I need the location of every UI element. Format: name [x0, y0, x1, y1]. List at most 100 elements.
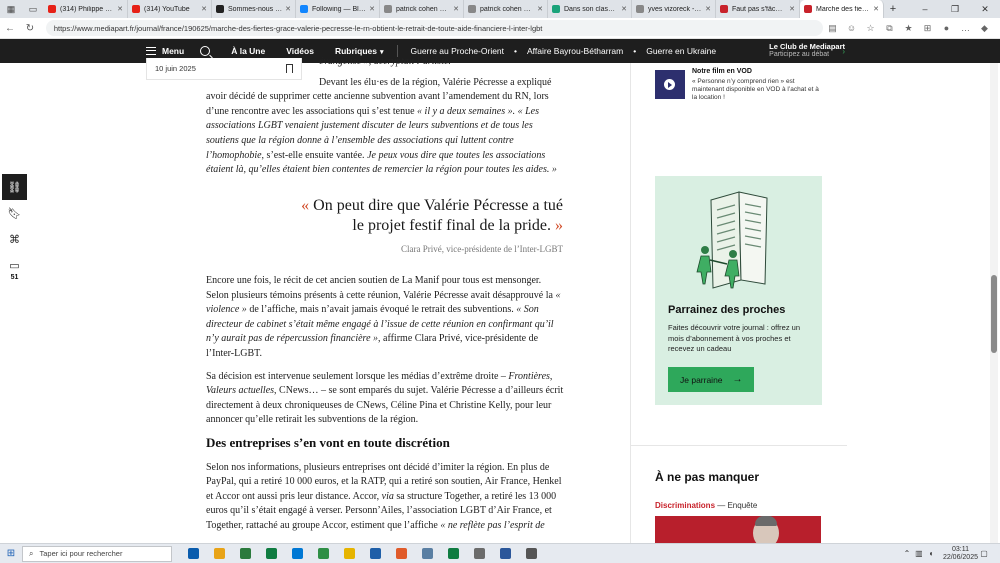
taskbar-search-input[interactable]: ⌕ Taper ici pour rechercher: [22, 545, 172, 562]
tab-close-icon[interactable]: ✕: [621, 5, 627, 13]
portrait-hair: [755, 516, 777, 526]
vod-promo[interactable]: Notre film en VOD « Personne n’y compren…: [655, 68, 825, 102]
back-icon[interactable]: ←: [0, 23, 20, 34]
bookmark-icon[interactable]: 🔖︎: [2, 200, 27, 226]
tab-close-icon[interactable]: ✕: [453, 5, 459, 13]
system-clock[interactable]: 03:11 22/06/2025: [943, 546, 978, 562]
more-options-icon[interactable]: …: [956, 23, 975, 34]
split-screen-icon[interactable]: ⧉: [880, 23, 899, 34]
comment-count: 51: [10, 274, 19, 281]
section-title-missing: À ne pas manquer: [655, 470, 760, 484]
windows-start-icon[interactable]: ⊞: [0, 548, 22, 559]
tab-title: patrick cohen har...: [480, 5, 535, 13]
show-hidden-icons[interactable]: ⌃: [901, 549, 913, 558]
browser-tab[interactable]: patrick cohen har... ✕: [464, 0, 548, 18]
tab-close-icon[interactable]: ✕: [285, 5, 291, 13]
topic-ukraine[interactable]: Guerre en Ukraine: [646, 46, 716, 56]
tab-close-icon[interactable]: ✕: [537, 5, 543, 13]
taskbar-app-icon[interactable]: [440, 544, 466, 563]
taskbar-app-icon[interactable]: [466, 544, 492, 563]
taskbar-app-icon[interactable]: [232, 544, 258, 563]
taskbar-app-icon[interactable]: [336, 544, 362, 563]
taskbar-app-icon[interactable]: [206, 544, 232, 563]
menu-button[interactable]: Menu: [146, 46, 184, 56]
taskbar-app-icon[interactable]: [362, 544, 388, 563]
app-glyph-icon: [343, 548, 355, 559]
browser-tab[interactable]: (314) Philippe Cav...✕: [44, 0, 128, 18]
app-glyph-icon: [473, 548, 485, 559]
profile-avatar-icon[interactable]: ●: [937, 23, 956, 34]
read-aloud-icon[interactable]: ▤: [823, 23, 842, 34]
system-tray: ⌃ ▥ ◖ 03:11 22/06/2025 ▢: [901, 546, 1000, 562]
taskbar-app-icon[interactable]: [388, 544, 414, 563]
club-link[interactable]: Le Club de Mediapart Participez au débat: [769, 43, 845, 59]
copy-link-icon[interactable]: ⛓: [2, 174, 27, 200]
app-glyph-icon: [499, 548, 511, 559]
tab-close-icon[interactable]: ✕: [201, 5, 207, 13]
network-icon[interactable]: ▥: [913, 549, 925, 558]
tab-favicon-icon: [468, 5, 476, 13]
notifications-icon[interactable]: ▢: [978, 549, 990, 558]
extensions-icon[interactable]: ☺: [842, 23, 861, 34]
tab-close-icon[interactable]: ✕: [117, 5, 123, 13]
taskbar-app-icon[interactable]: [180, 544, 206, 563]
teaser-kicker[interactable]: Discriminations — Enquête: [655, 501, 757, 510]
browser-tab[interactable]: Dans son clash av...✕: [548, 0, 632, 18]
new-tab-button[interactable]: +: [884, 3, 902, 15]
browser-tab[interactable]: Marche des fiertés...✕: [800, 0, 884, 18]
volume-icon[interactable]: ◖: [925, 549, 937, 558]
clock-time: 03:11: [951, 545, 969, 553]
gift-icon[interactable]: ⌘: [2, 226, 27, 252]
referral-button-label: Je parraine: [680, 374, 723, 385]
promo-title: Parrainez des proches: [668, 304, 786, 316]
tab-title: Faut pas s'fâcher (J...: [732, 5, 786, 13]
tab-title: Following — Blues...: [312, 5, 367, 13]
browser-tab[interactable]: Sommes-nous tous...✕: [212, 0, 296, 18]
taskbar-app-icon[interactable]: [310, 544, 336, 563]
url-field[interactable]: https://www.mediapart.fr/journal/france/…: [45, 20, 823, 36]
teaser-image[interactable]: [655, 516, 821, 543]
copilot-icon[interactable]: ◆: [975, 23, 994, 34]
window-controls: – ❐ ✕: [910, 4, 1000, 15]
browser-tab[interactable]: patrick cohen epi... ✕: [380, 0, 464, 18]
close-window-icon[interactable]: ✕: [970, 4, 1000, 15]
column-divider: [630, 63, 631, 543]
article-toolbar: ⛓ 🔖︎ ⌘ ▭ 51: [2, 174, 27, 281]
taskbar-app-icon[interactable]: [284, 544, 310, 563]
teaser-category: Discriminations: [655, 501, 716, 510]
browser-tab[interactable]: (314) YouTube ✕: [128, 0, 212, 18]
tab-close-icon[interactable]: ✕: [369, 5, 375, 13]
tab-actions-icon[interactable]: ▭: [22, 0, 44, 18]
browser-tab[interactable]: Faut pas s'fâcher (J...✕: [716, 0, 800, 18]
app-glyph-icon: [265, 548, 277, 559]
quote-attribution: Clara Privé, vice-présidente de l’Inter-…: [400, 244, 563, 254]
taskbar-app-icon[interactable]: [492, 544, 518, 563]
app-glyph-icon: [395, 548, 407, 559]
article-body-top: évangélisé », décryptait l’artiste. Deva…: [206, 55, 564, 186]
collections-icon[interactable]: ⊞: [918, 23, 937, 34]
restore-icon[interactable]: ❐: [940, 4, 970, 15]
text-run-italic: « ne reflète pas l’esprit de: [440, 519, 545, 531]
scrollbar-thumb[interactable]: [991, 275, 997, 353]
club-title: Le Club de Mediapart: [769, 42, 845, 51]
tab-close-icon[interactable]: ✕: [705, 5, 711, 13]
browser-tab-strip: ▦ ▭ (314) Philippe Cav...✕(314) YouTube✕…: [0, 0, 1000, 18]
taskbar-app-icon[interactable]: [518, 544, 544, 563]
browser-tab[interactable]: yves vizoreck - Re...✕: [632, 0, 716, 18]
tab-close-icon[interactable]: ✕: [789, 5, 795, 13]
tab-title: yves vizoreck - Re...: [648, 5, 702, 13]
tab-close-icon[interactable]: ✕: [873, 5, 879, 13]
referral-button[interactable]: Je parraine →: [668, 367, 754, 392]
favorites-icon[interactable]: ★: [899, 23, 918, 34]
favorite-star-icon[interactable]: ☆: [861, 23, 880, 34]
window-menu-icon[interactable]: ▦: [0, 0, 22, 18]
quote-mark-close: »: [555, 217, 563, 234]
address-bar-row: ← ↻ https://www.mediapart.fr/journal/fra…: [0, 18, 1000, 39]
refresh-icon[interactable]: ↻: [20, 23, 40, 34]
taskbar-app-icon[interactable]: [258, 544, 284, 563]
taskbar-app-icon[interactable]: [414, 544, 440, 563]
minimize-icon[interactable]: –: [910, 4, 940, 15]
teaser-type: Enquête: [727, 501, 758, 510]
app-glyph-icon: [317, 548, 329, 559]
browser-tab[interactable]: Following — Blues...✕: [296, 0, 380, 18]
